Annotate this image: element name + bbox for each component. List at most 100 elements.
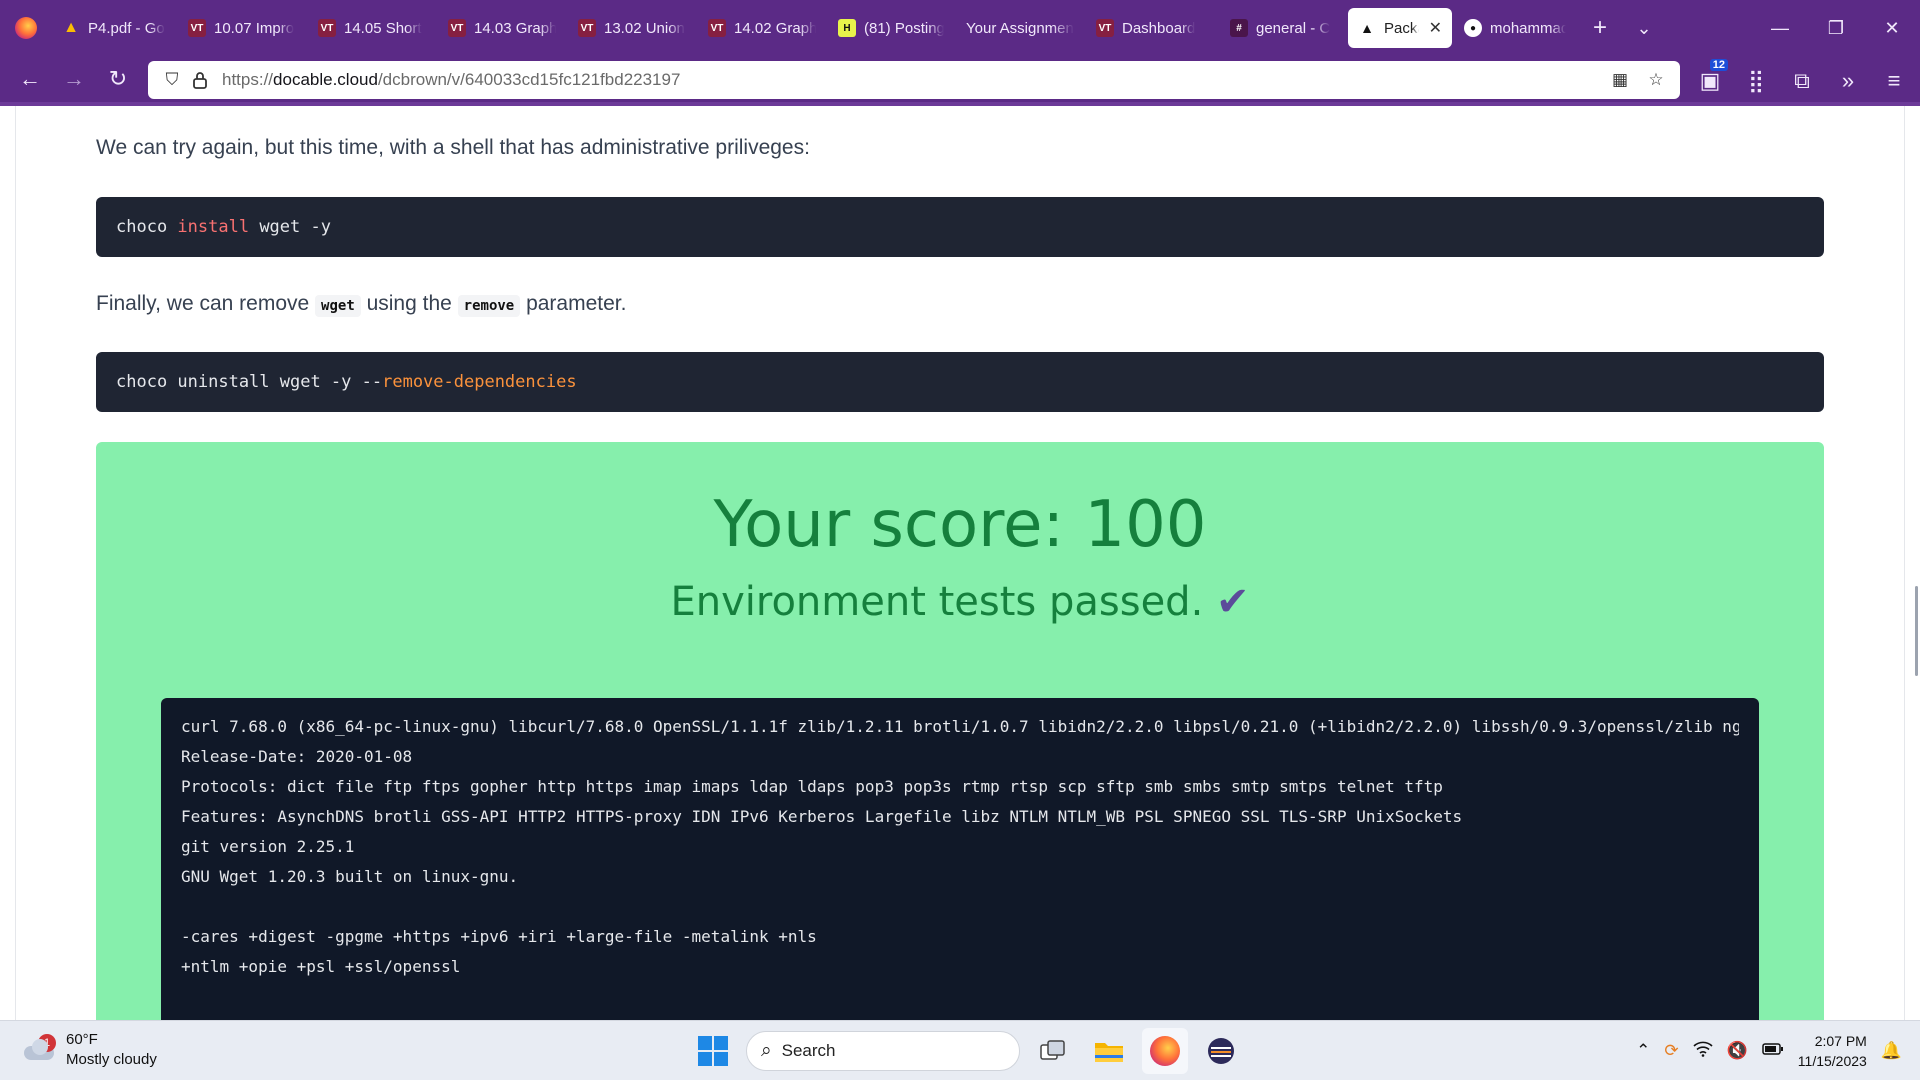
terminal-line: Protocols: dict file ftp ftps gopher htt…	[181, 777, 1443, 796]
tab-item[interactable]: Your Assignmen	[956, 8, 1084, 48]
firefox-taskbar-icon[interactable]	[1142, 1028, 1188, 1074]
weather-temp: 60°F	[66, 1031, 98, 1048]
page-content: We can try again, but this time, with a …	[0, 106, 1920, 1020]
wifi-icon[interactable]	[1693, 1041, 1713, 1062]
url-domain: docable.cloud	[273, 70, 378, 89]
url-text: https://docable.cloud/dcbrown/v/640033cd…	[222, 70, 680, 90]
close-window-icon[interactable]: ✕	[1864, 0, 1920, 56]
extension-badge: 12	[1709, 59, 1728, 71]
battery-icon[interactable]	[1762, 1041, 1784, 1061]
taskbar-search[interactable]: ⌕ Search	[746, 1031, 1020, 1071]
terminal-line: Wgetrc:	[181, 1012, 1739, 1020]
checkmark-icon: ✔	[1216, 579, 1250, 625]
tab-item[interactable]: VT 10.07 Impro	[178, 8, 306, 48]
tab-title: Package	[1384, 19, 1419, 37]
tab-item[interactable]: ● mohammad	[1454, 8, 1576, 48]
task-view-icon[interactable]	[1030, 1028, 1076, 1074]
start-button[interactable]	[690, 1028, 736, 1074]
qr-code-icon[interactable]: ▦	[1606, 66, 1634, 94]
tab-item[interactable]: ▲ P4.pdf - Go	[52, 8, 176, 48]
vt-icon: VT	[578, 19, 596, 37]
clock-time: 2:07 PM	[1814, 1033, 1867, 1049]
terminal-line: curl 7.68.0 (x86_64-pc-linux-gnu) libcur…	[181, 717, 1739, 736]
tab-title: 10.07 Impro	[214, 19, 295, 37]
minimize-icon[interactable]: —	[1752, 0, 1808, 56]
app-taskbar-icon[interactable]	[1198, 1028, 1244, 1074]
code-block-install[interactable]: choco install wget -y	[96, 197, 1824, 257]
code-text: choco uninstall wget -y --	[116, 372, 383, 392]
system-tray: ⌃ ⟳ 🔇 2:07 PM 11/15/2023 🔔	[1636, 1031, 1902, 1071]
page-left-border	[15, 106, 16, 1020]
code-block-uninstall[interactable]: choco uninstall wget -y -- remove-depende…	[96, 352, 1824, 412]
scrollbar-thumb[interactable]	[1915, 586, 1918, 676]
overflow-chevron-icon[interactable]: »	[1828, 61, 1868, 101]
search-label: Search	[781, 1041, 836, 1060]
taskbar: 1 60°F Mostly cloudy ⌕ Search ⌃ ⟳ �	[0, 1020, 1920, 1080]
tab-title: Your Assignmen	[966, 19, 1074, 37]
file-explorer-icon[interactable]	[1086, 1028, 1132, 1074]
tab-active[interactable]: ▲ Package ✕	[1348, 8, 1452, 48]
paragraph-text: parameter.	[520, 292, 627, 315]
reload-icon[interactable]: ↻	[98, 59, 138, 99]
tab-title: 14.05 Short	[344, 19, 422, 37]
code-text: choco	[116, 217, 178, 237]
tab-title: (81) Posting	[864, 19, 944, 37]
tab-title: general - C	[1256, 19, 1331, 37]
tab-item[interactable]: VT Dashboard	[1086, 8, 1218, 48]
vt-icon: VT	[318, 19, 336, 37]
tab-item[interactable]: VT 14.03 Graph	[438, 8, 566, 48]
vt-icon: VT	[708, 19, 726, 37]
firefox-menu-icon[interactable]	[0, 0, 52, 56]
extensions-puzzle-icon[interactable]: ⧉	[1782, 61, 1822, 101]
github-icon: ●	[1464, 19, 1482, 37]
score-panel: Your score: 100 Environment tests passed…	[96, 442, 1824, 1020]
inline-code-wget: wget	[315, 295, 361, 317]
tab-title: Dashboard	[1122, 19, 1196, 37]
apps-grid-icon[interactable]: ⣿	[1736, 61, 1776, 101]
lock-icon[interactable]	[186, 66, 214, 94]
paragraph-text: Finally, we can remove	[96, 292, 316, 315]
tab-title: 13.02 Union	[604, 19, 685, 37]
score-status-text: Environment tests passed.	[670, 579, 1204, 625]
window-controls: — ❐ ✕	[1752, 0, 1920, 56]
forward-icon[interactable]: →	[54, 59, 94, 99]
page-right-border	[1904, 106, 1905, 1020]
shield-icon[interactable]: ⛉	[158, 66, 186, 94]
tab-item[interactable]: H (81) Posting	[828, 8, 954, 48]
search-icon: ⌕	[761, 1040, 772, 1061]
url-prefix: https://	[222, 70, 274, 89]
weather-widget[interactable]: 1 60°F Mostly cloudy	[22, 1030, 157, 1070]
vt-icon: VT	[448, 19, 466, 37]
terminal-line: git version 2.25.1	[181, 837, 355, 856]
tab-title: 14.02 Graph	[734, 19, 816, 37]
chevron-up-icon[interactable]: ⌃	[1636, 1041, 1650, 1061]
paragraph-remove: Finally, we can remove wget using the re…	[96, 292, 627, 317]
tab-item[interactable]: VT 14.05 Short	[308, 8, 436, 48]
weather-badge: 1	[38, 1034, 56, 1052]
terminal-line: Release-Date: 2020-01-08	[181, 747, 413, 766]
tab-item[interactable]: VT 13.02 Union	[568, 8, 696, 48]
tab-item[interactable]: # general - C	[1220, 8, 1346, 48]
bookmark-star-icon[interactable]: ☆	[1642, 66, 1670, 94]
extension-icon[interactable]: ▣ 12	[1690, 59, 1730, 101]
notification-bell-icon[interactable]: 🔔	[1881, 1041, 1902, 1061]
back-icon[interactable]: ←	[10, 59, 50, 99]
clock[interactable]: 2:07 PM 11/15/2023	[1798, 1031, 1867, 1071]
restore-icon[interactable]: ❐	[1808, 0, 1864, 56]
new-tab-button[interactable]: +	[1578, 8, 1622, 48]
address-bar[interactable]: ⛉ https://docable.cloud/dcbrown/v/640033…	[148, 61, 1680, 99]
terminal-line: GNU Wget 1.20.3 built on linux-gnu.	[181, 867, 519, 886]
sync-icon[interactable]: ⟳	[1664, 1041, 1678, 1061]
tab-item[interactable]: VT 14.02 Graph	[698, 8, 826, 48]
code-keyword: install	[177, 217, 250, 237]
speaker-muted-icon[interactable]: 🔇	[1727, 1041, 1748, 1061]
tab-title: mohammad	[1490, 19, 1566, 37]
list-all-tabs-button[interactable]: ⌄	[1622, 8, 1666, 48]
hamburger-menu-icon[interactable]: ≡	[1874, 61, 1914, 101]
cloud-icon: 1	[22, 1034, 56, 1062]
paragraph-admin-shell: We can try again, but this time, with a …	[96, 136, 810, 159]
weather-desc: Mostly cloudy	[66, 1051, 157, 1068]
close-tab-icon[interactable]: ✕	[1429, 18, 1442, 38]
score-subtitle: Environment tests passed. ✔	[96, 579, 1824, 625]
